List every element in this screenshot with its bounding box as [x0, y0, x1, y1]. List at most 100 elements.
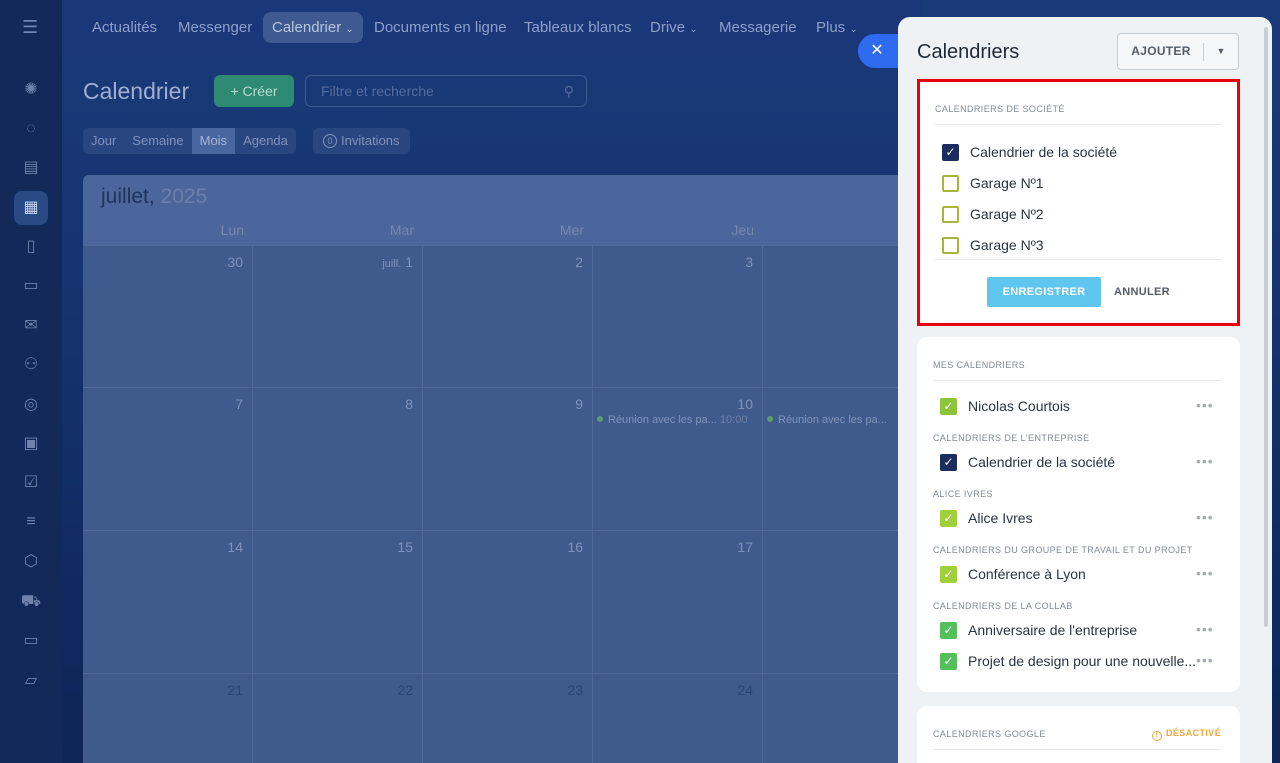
calendar-item[interactable]: ✓ Calendrier de la société ••• — [940, 453, 1220, 473]
card-icon[interactable]: ▭ — [14, 624, 48, 658]
month-name: juillet, — [101, 185, 155, 208]
calendar-item[interactable]: ✓ Anniversaire de l'entreprise ••• — [940, 621, 1220, 641]
users-icon[interactable]: ⚇ — [14, 348, 48, 382]
checkbox-checked[interactable]: ✓ — [940, 398, 957, 415]
company-calendar-item[interactable]: Garage Nº1 — [942, 174, 1222, 194]
calendar-icon[interactable]: ▦ — [14, 191, 48, 225]
calendar-event[interactable]: Réunion avec les pa... 10:00 — [597, 414, 757, 426]
day-cell-number[interactable]: 9 — [433, 396, 583, 412]
day-cell-number[interactable]: juill. 1 — [263, 254, 413, 270]
nav-whiteboards[interactable]: Tableaux blancs — [515, 12, 641, 43]
event-dot — [597, 416, 603, 422]
nav-calendar[interactable]: Calendrier ⌄ — [263, 12, 363, 43]
section-label: MES CALENDRIERS — [933, 360, 1026, 370]
grid-line — [83, 245, 913, 246]
search-input[interactable]: Filtre et recherche ⚲ — [305, 75, 587, 107]
checkbox-checked[interactable]: ✓ — [940, 510, 957, 527]
calendar-item[interactable]: ✓ Alice Ivres ••• — [940, 509, 1220, 529]
drive-icon[interactable]: ▭ — [14, 269, 48, 303]
day-cell-number[interactable]: 16 — [433, 539, 583, 555]
invitations-label: Invitations — [341, 133, 400, 148]
invitations-count: 0 — [323, 134, 337, 148]
calendar-event[interactable]: Réunion avec les pa... — [767, 414, 913, 426]
mail-icon[interactable]: ✉ — [14, 309, 48, 343]
create-button[interactable]: + Créer — [214, 75, 294, 107]
nav-online-docs[interactable]: Documents en ligne — [365, 12, 516, 43]
calendar-item[interactable]: ✓ Projet de design pour une nouvelle... … — [940, 652, 1220, 672]
day-cell-number[interactable]: 23 — [433, 682, 583, 698]
tab-day[interactable]: Jour — [83, 128, 124, 154]
day-cell-number[interactable]: 14 — [93, 539, 243, 555]
add-button-label[interactable]: AJOUTER — [1118, 34, 1204, 69]
info-icon: ! — [1152, 731, 1162, 741]
save-button[interactable]: ENREGISTRER — [987, 277, 1101, 307]
more-icon[interactable]: ••• — [1196, 652, 1214, 668]
cancel-button[interactable]: ANNULER — [1114, 277, 1174, 307]
day-cell-number[interactable]: 10 — [603, 396, 753, 412]
day-cell-number[interactable]: 3 — [603, 254, 753, 270]
checkbox-checked[interactable]: ✓ — [940, 622, 957, 639]
feed-icon[interactable]: ▤ — [14, 151, 48, 185]
invitations-button[interactable]: 0 Invitations — [313, 128, 410, 154]
more-icon[interactable]: ••• — [1196, 621, 1214, 637]
day-cell-number[interactable]: 15 — [263, 539, 413, 555]
checkbox-unchecked[interactable] — [942, 175, 959, 192]
day-cell-number[interactable]: 30 — [93, 254, 243, 270]
day-cell-number[interactable]: 17 — [603, 539, 753, 555]
tab-agenda[interactable]: Agenda — [235, 128, 296, 154]
section-label: CALENDRIERS DU GROUPE DE TRAVAIL ET DU P… — [933, 545, 1193, 555]
inbox-icon[interactable]: ▱ — [14, 664, 48, 698]
day-cell-number[interactable]: 22 — [263, 682, 413, 698]
panel-scrollbar[interactable] — [1264, 27, 1268, 627]
tab-month[interactable]: Mois — [191, 128, 236, 154]
checkbox-unchecked[interactable] — [942, 237, 959, 254]
company-calendar-item[interactable]: ✓ Calendrier de la société — [942, 143, 1222, 163]
nav-mail[interactable]: Messagerie — [710, 12, 806, 43]
divider — [933, 380, 1220, 381]
more-icon[interactable]: ••• — [1196, 565, 1214, 581]
checkbox-unchecked[interactable] — [942, 206, 959, 223]
company-calendar-item[interactable]: Garage Nº2 — [942, 205, 1222, 225]
caret-down-icon[interactable]: ▼ — [1204, 34, 1238, 69]
filter-icon[interactable]: ≡ — [14, 505, 48, 539]
calendar-item[interactable]: ✓ Conférence à Lyon ••• — [940, 565, 1220, 585]
checkbox-checked[interactable]: ✓ — [940, 566, 957, 583]
nav-news[interactable]: Actualités — [83, 12, 166, 43]
settings-icon[interactable]: ◎ — [14, 388, 48, 422]
tab-week[interactable]: Semaine — [124, 128, 191, 154]
status-badge[interactable]: ! DÉSACTIVÉ — [1152, 728, 1221, 741]
chat-icon[interactable]: ◌ — [14, 112, 48, 146]
document-icon[interactable]: ▯ — [14, 230, 48, 264]
day-cell-number[interactable]: 8 — [263, 396, 413, 412]
google-calendars-card: CALENDRIERS GOOGLE ! DÉSACTIVÉ — [917, 706, 1240, 763]
top-navigation: Actualités Messenger Calendrier ⌄ Docume… — [62, 0, 922, 56]
board-icon[interactable]: ▣ — [14, 427, 48, 461]
box-icon[interactable]: ⬡ — [14, 545, 48, 579]
checkbox-checked[interactable]: ✓ — [942, 144, 959, 161]
divider — [933, 749, 1220, 750]
chevron-down-icon: ⌄ — [345, 24, 354, 35]
nav-more[interactable]: Plus ⌄ — [807, 12, 867, 43]
more-icon[interactable]: ••• — [1196, 509, 1214, 525]
section-label: ALICE IVRES — [933, 489, 993, 499]
nav-messenger[interactable]: Messenger — [169, 12, 261, 43]
company-calendar-item[interactable]: Garage Nº3 — [942, 236, 1222, 256]
day-cell-number[interactable]: 24 — [603, 682, 753, 698]
checkbox-checked[interactable]: ✓ — [940, 653, 957, 670]
more-icon[interactable]: ••• — [1196, 397, 1214, 413]
tasks-icon[interactable]: ☑ — [14, 466, 48, 500]
calendar-name: Garage Nº2 — [970, 206, 1044, 222]
event-title: Réunion avec les pa... — [778, 414, 887, 426]
checkbox-checked[interactable]: ✓ — [940, 454, 957, 471]
day-cell-number[interactable]: 7 — [93, 396, 243, 412]
cart-icon[interactable]: ⛟ — [14, 585, 48, 619]
add-button[interactable]: AJOUTER ▼ — [1117, 33, 1239, 70]
nav-drive[interactable]: Drive ⌄ — [641, 12, 707, 43]
close-panel-button[interactable]: ✕ — [858, 34, 902, 68]
activity-icon[interactable]: ✺ — [14, 73, 48, 107]
day-cell-number[interactable]: 2 — [433, 254, 583, 270]
day-cell-number[interactable]: 21 — [93, 682, 243, 698]
calendar-item[interactable]: ✓ Nicolas Courtois ••• — [940, 397, 1220, 417]
menu-icon[interactable]: ☰ — [22, 18, 40, 36]
more-icon[interactable]: ••• — [1196, 453, 1214, 469]
